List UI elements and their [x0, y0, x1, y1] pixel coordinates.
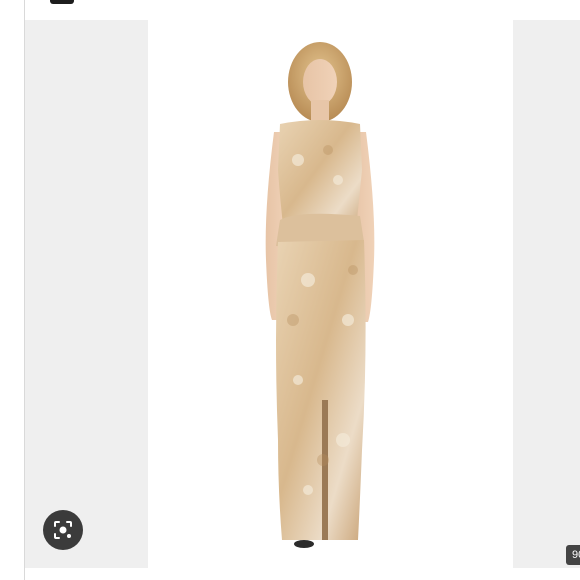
previous-image-panel[interactable] [25, 20, 148, 568]
image-counter-badge: 90 [566, 545, 580, 565]
toolbar-icon[interactable] [50, 0, 74, 4]
dress-model-illustration [265, 42, 375, 548]
product-photo[interactable] [148, 20, 513, 568]
visual-search-icon [54, 521, 72, 539]
visual-search-button[interactable] [43, 510, 83, 550]
next-image-panel[interactable] [513, 20, 580, 568]
image-viewer: 90 [0, 0, 580, 580]
